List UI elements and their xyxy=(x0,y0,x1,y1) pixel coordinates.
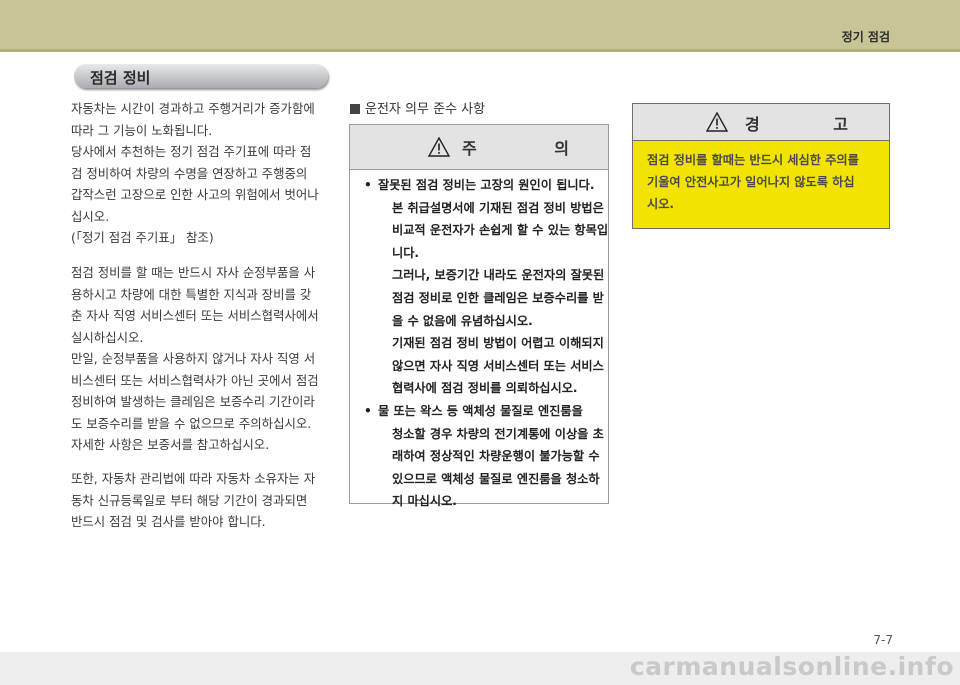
text-line: 있으므로 액체성 물질로 엔진룸을 청소하 xyxy=(392,471,600,486)
square-bullet-icon xyxy=(350,104,360,114)
watermark-strip: carmanualsonline.info xyxy=(0,652,960,685)
bullet: • xyxy=(364,403,372,418)
text-line: 자동차는 시간이 경과하고 주행거리가 증가함에 xyxy=(71,101,315,116)
text-line: 래하여 정상적인 차량운행이 불가능할 수 xyxy=(392,449,600,464)
text-line: 동차 신규등록일로 부터 해당 기간이 경과되면 xyxy=(71,492,308,508)
text-line: 갑작스런 고장으로 인한 사고의 위험에서 벗어나 xyxy=(71,187,319,202)
bullet: • xyxy=(364,178,372,192)
text-line: 지 마십시오. xyxy=(392,494,457,509)
text-line: 본 취급설명서에 기재된 점검 정비 방법은 xyxy=(392,200,604,215)
caution-item: • 잘못된 점검 정비는 고장의 원인이 됩니다. 본 취급설명서에 기재된 점… xyxy=(364,174,609,400)
section-title-pill: 점검 정비 xyxy=(74,64,328,88)
text-line: 실시하십시오. xyxy=(71,329,144,345)
text-line: 니다. xyxy=(392,245,420,260)
text-line: 점검 정비를 할때는 반드시 세심한 주의를 xyxy=(647,153,859,167)
text-line: 또한, 자동차 관리법에 따라 자동차 소유자는 자 xyxy=(71,471,316,486)
text-line: 기울여 안전사고가 일어나지 않도록 하십 xyxy=(647,175,855,189)
caution-header: 주 의 xyxy=(350,125,608,170)
text-line: 춘 자사 직영 서비스센터 또는 서비스협력사에서 xyxy=(71,308,319,323)
text-line: 십시오. xyxy=(71,208,110,224)
text-line: 청소할 경우 차량의 전기계통에 이상을 초 xyxy=(392,426,604,441)
warning-body: 점검 정비를 할때는 반드시 세심한 주의를 기울여 안전사고가 일어나지 않도… xyxy=(633,141,889,228)
page-header-title: 정기 점검 xyxy=(841,30,890,44)
text-line: 물 또는 왁스 등 액체성 물질로 엔진룸을 xyxy=(378,403,583,418)
warning-triangle-icon xyxy=(706,112,728,132)
text-line: 비스센터 또는 서비스협력사가 아닌 곳에서 점검 xyxy=(71,372,319,388)
text-line: 시오. xyxy=(647,197,675,211)
text-line: 을 수 없음에 유념하십시오. xyxy=(392,313,533,328)
text-line: 않으면 자사 직영 서비스센터 또는 서비스 xyxy=(392,358,604,373)
warning-triangle-icon xyxy=(428,137,450,157)
text-line: 만일, 순정부품을 사용하지 않거나 자사 직영 서 xyxy=(71,351,316,366)
warning-box: 경 고 점검 정비를 할때는 반드시 세심한 주의를 기울여 안전사고가 일어나… xyxy=(632,103,890,229)
text-line: 당사에서 추천하는 정기 점검 주기표에 따라 점 xyxy=(71,144,312,159)
genuine-parts-paragraph: 점검 정비를 할 때는 반드시 자사 순정부품을 사 용하시고 차량에 대한 특… xyxy=(71,262,333,456)
text-line: 비교적 운전자가 손쉽게 할 수 있는 항목입 xyxy=(392,223,609,238)
caution-item: • 물 또는 왁스 등 액체성 물질로 엔진룸을 청소할 경우 차량의 전기계통… xyxy=(364,400,604,513)
text-line: 반드시 점검 및 검사를 받아야 합니다. xyxy=(71,514,266,529)
header-band: 정기 점검 xyxy=(0,0,960,52)
text-line: 그러나, 보증기간 내라도 운전자의 잘못된 xyxy=(392,268,605,283)
text-line: 자세한 사항은 보증서를 참고하십시오. xyxy=(71,437,270,452)
text-line: 따라 그 기능이 노화됩니다. xyxy=(71,122,213,138)
text-line: 기재된 점검 정비 방법이 어렵고 이해되지 xyxy=(392,336,604,351)
caution-body: • 잘못된 점검 정비는 고장의 원인이 됩니다. 본 취급설명서에 기재된 점… xyxy=(350,170,608,513)
warning-header: 경 고 xyxy=(633,104,889,141)
driver-duty-heading-text: 운전자 의무 준수 사항 xyxy=(365,102,486,117)
text-line: 정비하여 발생하는 클레임은 보증수리 기간이라 xyxy=(71,394,315,409)
text-line: 용하시고 차량에 대한 특별한 지식과 장비를 갖 xyxy=(71,286,312,302)
text-line: 점검 정비로 인한 클레임은 보증수리를 받 xyxy=(392,290,604,305)
section-title: 점검 정비 xyxy=(90,69,151,87)
legal-inspection-paragraph: 또한, 자동차 관리법에 따라 자동차 소유자는 자 동차 신규등록일로 부터 … xyxy=(71,468,333,533)
text-line: 검 정비하여 차량의 수명을 연장하고 주행중의 xyxy=(71,165,308,181)
page-number: 7-7 xyxy=(873,633,893,647)
intro-paragraph: 자동차는 시간이 경과하고 주행거리가 증가함에 따라 그 기능이 노화됩니다.… xyxy=(71,98,333,249)
text-line: 점검 정비를 할 때는 반드시 자사 순정부품을 사 xyxy=(71,265,316,280)
caution-box: 주 의 • 잘못된 점검 정비는 고장의 원인이 됩니다. 본 취급설명서에 기… xyxy=(349,124,609,508)
text-line: 도 보증수리를 받을 수 없으므로 주의하십시오. xyxy=(71,415,312,431)
warning-label: 경 고 xyxy=(745,115,883,134)
text-line: 협력사에 점검 정비를 의뢰하십시오. xyxy=(392,381,578,396)
caution-label: 주 의 xyxy=(462,139,606,158)
text-line: 잘못된 점검 정비는 고장의 원인이 됩니다. xyxy=(378,178,595,192)
watermark-text: carmanualsonline.info xyxy=(629,652,954,681)
driver-duty-heading: 운전자 의무 준수 사항 xyxy=(350,98,485,117)
text-line: (「정기 점검 주기표」 참조) xyxy=(71,230,214,245)
